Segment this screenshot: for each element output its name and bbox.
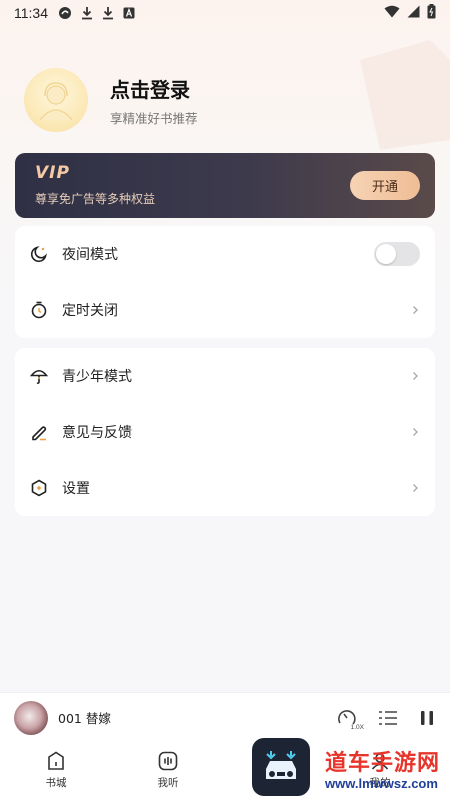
- menu-item-night-mode[interactable]: 夜间模式: [15, 226, 435, 282]
- menu-label: 青少年模式: [62, 369, 132, 385]
- menu-card-1: 夜间模式 定时关闭: [15, 226, 435, 338]
- speed-button[interactable]: 1.0X: [336, 707, 364, 731]
- playlist-button[interactable]: [378, 709, 398, 727]
- login-title[interactable]: 点击登录: [110, 74, 190, 103]
- vip-description: 尊享免广告等多种权益: [35, 192, 156, 206]
- pause-button[interactable]: [418, 709, 436, 727]
- download-icon: [81, 6, 93, 20]
- chevron-right-icon: [410, 483, 420, 493]
- settings-icon: [30, 479, 48, 497]
- timer-icon: [30, 301, 48, 319]
- menu-item-teen-mode[interactable]: 青少年模式: [15, 348, 435, 404]
- header-decoration: [340, 40, 450, 150]
- download-icon: [102, 6, 114, 20]
- car-icon: [266, 751, 296, 779]
- album-cover[interactable]: [14, 700, 48, 735]
- chevron-right-icon: [410, 427, 420, 437]
- nav-listen[interactable]: 我听: [138, 750, 198, 790]
- umbrella-icon: [30, 367, 48, 385]
- listen-icon: [158, 751, 178, 771]
- battery-icon: [427, 3, 436, 23]
- menu-label: 意见与反馈: [62, 425, 132, 441]
- playlist-icon: [379, 710, 397, 725]
- watermark-url: www.lmwwsz.com: [325, 776, 438, 791]
- menu-item-timer-off[interactable]: 定时关闭: [15, 282, 435, 338]
- app-notification-icon: [58, 6, 72, 20]
- track-title[interactable]: 001 替嫁: [58, 708, 111, 727]
- bookstore-icon: [48, 751, 64, 770]
- speed-label: 1.0X: [350, 723, 364, 731]
- nav-label: 我听: [157, 777, 179, 789]
- menu-label: 夜间模式: [62, 247, 118, 263]
- chevron-right-icon: [410, 371, 420, 381]
- watermark-text: 道车手游网: [325, 751, 441, 776]
- nav-label: 书城: [45, 777, 67, 789]
- nav-bookstore[interactable]: 书城: [26, 750, 86, 790]
- menu-label: 定时关闭: [62, 303, 118, 319]
- wifi-icon: [384, 5, 400, 22]
- vip-logo: VIP: [35, 163, 70, 183]
- user-icon: [39, 82, 73, 121]
- status-time: 11:34: [14, 5, 48, 21]
- pen-icon: [30, 423, 48, 441]
- font-icon: [123, 7, 135, 19]
- menu-label: 设置: [62, 481, 90, 497]
- menu-item-settings[interactable]: 设置: [15, 460, 435, 516]
- watermark-logo: [252, 738, 310, 796]
- mini-player[interactable]: 001 替嫁 1.0X: [0, 692, 450, 742]
- login-subtitle: 享精准好书推荐: [110, 111, 198, 126]
- vip-card[interactable]: VIP 尊享免广告等多种权益 开通: [15, 153, 435, 218]
- avatar[interactable]: [24, 68, 88, 132]
- toggle-knob: [376, 244, 396, 264]
- chevron-right-icon: [410, 305, 420, 315]
- status-bar: 11:34: [0, 0, 450, 26]
- night-mode-toggle[interactable]: [374, 242, 420, 266]
- moon-icon: [30, 245, 48, 263]
- pause-icon: [421, 710, 433, 725]
- signal-icon: [407, 5, 420, 22]
- menu-card-2: 青少年模式 意见与反馈 设置: [15, 348, 435, 516]
- menu-item-feedback[interactable]: 意见与反馈: [15, 404, 435, 460]
- vip-open-button[interactable]: 开通: [350, 171, 420, 200]
